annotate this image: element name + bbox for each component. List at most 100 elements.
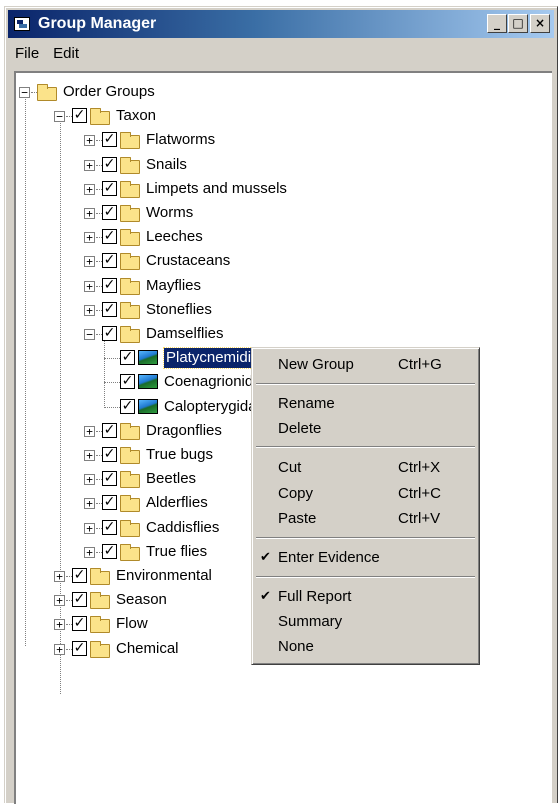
checkbox[interactable]: ✓: [102, 229, 117, 245]
close-button[interactable]: ×: [530, 14, 550, 33]
tree-node-label: Alderflies: [146, 494, 208, 512]
tree-node-label: Mayflies: [146, 276, 202, 294]
checkbox[interactable]: ✓: [102, 543, 117, 559]
checkbox[interactable]: ✓: [120, 398, 135, 414]
context-menu: New Group Ctrl+G Rename Delete Cut Ctrl+…: [251, 347, 480, 665]
menu-item-delete[interactable]: Delete: [255, 418, 476, 440]
menu-item-full-report[interactable]: ✔ Full Report: [255, 586, 476, 608]
menu-item-enter-evidence[interactable]: ✔ Enter Evidence: [255, 547, 476, 569]
checkbox[interactable]: ✓: [72, 616, 87, 632]
folder-icon: [120, 156, 140, 174]
expand-icon[interactable]: +: [84, 256, 95, 268]
expand-icon[interactable]: +: [84, 425, 95, 437]
checkmark-icon: ✔: [260, 550, 271, 565]
menu-item-rename[interactable]: Rename: [255, 393, 476, 415]
expand-icon[interactable]: +: [84, 232, 95, 244]
tree-node-crustaceans[interactable]: + ✓ Crustaceans: [16, 250, 546, 274]
menu-item-none[interactable]: None: [255, 636, 476, 658]
tree-node-taxon[interactable]: − ✓ Taxon: [16, 105, 546, 129]
tree-node-label: Stoneflies: [146, 300, 212, 318]
folder-icon: [120, 447, 140, 464]
checkbox[interactable]: ✓: [102, 277, 117, 293]
expand-icon[interactable]: +: [84, 522, 95, 534]
expand-icon[interactable]: +: [84, 474, 95, 486]
checkbox[interactable]: ✓: [102, 180, 117, 196]
tree-connector-line: [104, 358, 120, 360]
menu-edit[interactable]: Edit: [46, 45, 86, 62]
checkbox[interactable]: ✓: [102, 132, 117, 148]
folder-icon: [90, 640, 110, 658]
checkbox[interactable]: ✓: [72, 568, 87, 583]
checkbox[interactable]: ✓: [120, 374, 135, 390]
expand-icon[interactable]: +: [84, 450, 95, 461]
checkbox[interactable]: ✓: [102, 253, 117, 269]
checkbox[interactable]: ✓: [102, 156, 117, 172]
window-title: Group Manager: [38, 15, 157, 32]
expand-icon[interactable]: +: [84, 304, 95, 316]
checkbox[interactable]: ✓: [102, 422, 117, 438]
menu-item-copy[interactable]: Copy Ctrl+C: [255, 483, 476, 505]
menu-item-summary[interactable]: Summary: [255, 611, 476, 633]
expand-icon[interactable]: +: [84, 280, 95, 292]
expand-icon[interactable]: +: [54, 643, 65, 655]
checkbox[interactable]: ✓: [102, 205, 117, 220]
expand-icon[interactable]: +: [84, 183, 95, 195]
checkbox[interactable]: ✓: [102, 447, 117, 462]
tree-node-order-groups[interactable]: − Order Groups: [16, 81, 546, 105]
checkbox[interactable]: ✓: [72, 592, 87, 608]
app-icon[interactable]: [14, 17, 30, 31]
tree-node-label: Calopterygidae: [164, 397, 265, 415]
title-bar[interactable]: Group Manager _ □ ×: [8, 10, 554, 38]
tree-connector-line: [104, 406, 120, 408]
checkbox[interactable]: ✓: [102, 301, 117, 317]
menu-file[interactable]: File: [8, 45, 46, 62]
tree-node-label: Damselflies: [146, 325, 224, 342]
menu-item-cut[interactable]: Cut Ctrl+X: [255, 457, 476, 479]
checkbox[interactable]: ✓: [102, 495, 117, 511]
folder-icon: [120, 422, 140, 440]
checkbox[interactable]: ✓: [102, 326, 117, 341]
checkbox[interactable]: ✓: [72, 640, 87, 656]
menu-item-label: Summary: [278, 613, 343, 630]
tree-node-label: Taxon: [116, 107, 157, 125]
menu-item-shortcut: Ctrl+V: [398, 510, 441, 527]
menu-item-label: Rename: [278, 395, 335, 412]
expand-icon[interactable]: +: [54, 619, 65, 631]
tree-node-leeches[interactable]: + ✓ Leeches: [16, 226, 546, 250]
menu-item-shortcut: Ctrl+X: [398, 459, 441, 476]
menu-item-new-group[interactable]: New Group Ctrl+G: [255, 354, 476, 376]
tree-node-flatworms[interactable]: + ✓ Flatworms: [16, 129, 546, 153]
checkbox[interactable]: ✓: [102, 471, 117, 487]
collapse-icon[interactable]: −: [54, 111, 65, 123]
collapse-icon[interactable]: −: [19, 87, 30, 98]
collapse-icon[interactable]: −: [84, 329, 95, 340]
expand-icon[interactable]: +: [54, 571, 65, 582]
maximize-button[interactable]: □: [508, 14, 528, 33]
tree-node-worms[interactable]: + ✓ Worms: [16, 202, 546, 226]
checkbox[interactable]: ✓: [102, 519, 117, 535]
expand-icon[interactable]: +: [54, 595, 65, 607]
tree-node-stoneflies[interactable]: + ✓ Stoneflies: [16, 299, 546, 323]
expand-icon[interactable]: +: [84, 159, 95, 171]
image-icon: [138, 398, 158, 414]
menu-item-paste[interactable]: Paste Ctrl+V: [255, 508, 476, 530]
checkbox[interactable]: ✓: [120, 350, 135, 366]
checkbox[interactable]: ✓: [72, 108, 87, 124]
tree-node-limpets-and-mussels[interactable]: + ✓ Limpets and mussels: [16, 178, 546, 202]
checkmark-icon: ✔: [260, 589, 271, 604]
expand-icon[interactable]: +: [84, 498, 95, 510]
expand-icon[interactable]: +: [84, 135, 95, 147]
menu-item-label: New Group: [278, 356, 354, 373]
tree-node-label: Order Groups: [63, 83, 155, 100]
menu-bar: File Edit: [8, 41, 554, 65]
menu-item-label: Copy: [278, 485, 314, 502]
tree-node-label: Flow: [116, 615, 148, 633]
tree-node-snails[interactable]: + ✓ Snails: [16, 154, 546, 178]
tree-node-mayflies[interactable]: + ✓ Mayflies: [16, 275, 546, 299]
expand-icon[interactable]: +: [84, 546, 95, 558]
tree-node-damselflies[interactable]: − ✓ Damselflies: [16, 323, 546, 347]
folder-icon: [90, 616, 110, 634]
expand-icon[interactable]: +: [84, 208, 95, 219]
menu-item-label: Paste: [278, 510, 317, 527]
minimize-button[interactable]: _: [487, 14, 507, 33]
